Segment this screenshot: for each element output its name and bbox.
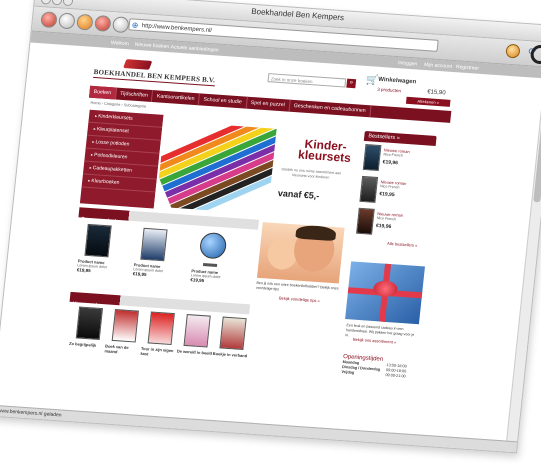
product-image — [111, 308, 139, 343]
book-cover — [356, 207, 375, 235]
nav-tijdschriften[interactable]: Tijdschriften — [115, 87, 154, 103]
product-card[interactable]: Product name Lorem ipsum dolor €19,95 — [133, 227, 174, 278]
hours-day: Vrijdag — [341, 369, 355, 375]
product-card[interactable]: De wereld in beeld — [177, 314, 217, 356]
book-price: €19,96 — [382, 159, 399, 167]
nav-boeken[interactable]: Boeken — [88, 85, 117, 100]
nav-spel[interactable]: Spel en puzzel — [246, 96, 291, 112]
book-author: Nico French — [383, 152, 404, 158]
product-name: Tour in zijn eigen kast — [140, 345, 174, 357]
nav-school[interactable]: School en studie — [198, 93, 248, 109]
book-author: Nico French — [376, 216, 397, 222]
hero-subtitle: Ontdek nu ons ruime assortiment aan kleu… — [281, 167, 342, 180]
product-name: De wereld in beeld — [176, 348, 213, 356]
hero-price: vanaf €5,- — [277, 188, 320, 201]
product-card[interactable]: Boek van de maand — [104, 308, 145, 356]
bookmark-nieuwe-boeken[interactable]: Nieuwe boeken — [134, 42, 169, 50]
book-cover — [362, 144, 382, 172]
category-menu: Kinderkleursets Kleurplatenset Losse pot… — [79, 109, 164, 209]
product-card[interactable]: Product name Lorem ipsum dolor €19,95 — [77, 223, 118, 274]
product-image — [140, 227, 168, 262]
product-image — [147, 311, 175, 346]
product-name: Boekje in verband — [212, 350, 248, 359]
hair — [295, 224, 337, 242]
promo-link[interactable]: Bekijk voordelige tips » — [279, 295, 320, 303]
product-card[interactable]: Product name Lorem ipsum dolor €19,95 — [190, 231, 231, 284]
refresh-icon[interactable] — [76, 13, 94, 31]
pencils-image — [155, 121, 277, 215]
product-card[interactable]: Zo begrijpelijk — [69, 306, 109, 348]
browser-window: Boekhandel Ben Kempers ⊕ http://www.benk… — [0, 0, 541, 454]
breadcrumb[interactable]: Home › Categorie › Subcategorie — [90, 101, 146, 109]
promo-image[interactable] — [256, 222, 345, 284]
product-name: Boek van de maand — [104, 343, 129, 355]
hours-time: 09:00-21:00 — [385, 373, 406, 379]
nav-kantoorartikelen[interactable]: Kantoorartikelen — [152, 90, 201, 106]
page-viewport: BOEKHANDEL BEN KEMPERS B.V. Zoek in onze… — [0, 42, 541, 442]
hero-banner[interactable]: Kinder-kleursets Ontdek nu ons ruime ass… — [153, 114, 361, 223]
search-button[interactable]: » — [346, 78, 357, 89]
book-author: Nico French — [379, 184, 400, 190]
bookmark-inloggen[interactable]: Inloggen — [398, 60, 418, 67]
list-item[interactable]: Nieuwe roman Nico French €19,96 — [360, 144, 435, 178]
home-icon[interactable] — [94, 14, 112, 32]
globe-stand — [202, 258, 218, 267]
product-image — [75, 306, 104, 340]
bookmark-welkom[interactable]: Welkom — [110, 40, 129, 47]
book-cover — [359, 175, 379, 203]
bookmark-icon[interactable] — [111, 16, 130, 34]
product-card[interactable]: Boekje in verband — [213, 316, 253, 358]
globe-icon: ⊕ — [131, 20, 139, 30]
product-name: Zo begrijpelijk — [68, 340, 97, 348]
back-icon[interactable] — [40, 11, 58, 29]
gift-image[interactable] — [345, 261, 425, 325]
nieuw-section: Nieuwe releases Zo begrijpelijk Boek van… — [69, 291, 251, 358]
bestsellers-panel: Bestsellers » Nieuwe roman Nico French €… — [353, 130, 437, 249]
globe-image — [198, 231, 228, 260]
cart-count: 3 producten — [377, 86, 402, 94]
book-price: €19,95 — [378, 191, 395, 199]
cart-title[interactable]: Winkelwagen — [378, 77, 417, 86]
opening-hours: Openingstijden Maandag 13:00-18:00 Dinsda… — [341, 354, 415, 380]
cart-amount: €15,90 — [426, 89, 446, 97]
promo-text: Ben jij ook een ware boekenliefhebber? B… — [255, 280, 339, 292]
list-item[interactable]: Nieuwe roman Nico French €19,95 — [357, 175, 432, 210]
rss-icon[interactable] — [505, 43, 521, 59]
list-item[interactable]: Nieuwe roman Nico French €19,96 — [354, 207, 429, 242]
product-image — [183, 314, 211, 348]
nav-geschenken[interactable]: Geschenken en cadeaubonnen — [289, 99, 372, 118]
search-input[interactable]: Zoek in onze boeken — [267, 73, 347, 88]
logo-icon — [123, 59, 153, 70]
address-text: http://www.benkempers.nl/ — [141, 23, 213, 35]
bookmark-mijn-account[interactable]: Mijn account — [424, 62, 453, 70]
site-logo[interactable]: BOEKHANDEL BEN KEMPERS B.V. — [93, 67, 216, 87]
hero-title: Kinder-kleursets — [297, 136, 352, 166]
all-bestsellers-link[interactable]: Alle bestsellers » — [387, 241, 425, 249]
book-price: €19,96 — [375, 223, 392, 231]
product-image — [84, 223, 112, 258]
forward-icon[interactable] — [58, 12, 76, 30]
product-card[interactable]: Tour in zijn eigen kast — [140, 311, 181, 358]
product-image — [219, 316, 247, 351]
bookmark-registreer[interactable]: Registreer — [456, 64, 480, 72]
checkout-button[interactable]: Afrekenen » — [405, 96, 451, 107]
